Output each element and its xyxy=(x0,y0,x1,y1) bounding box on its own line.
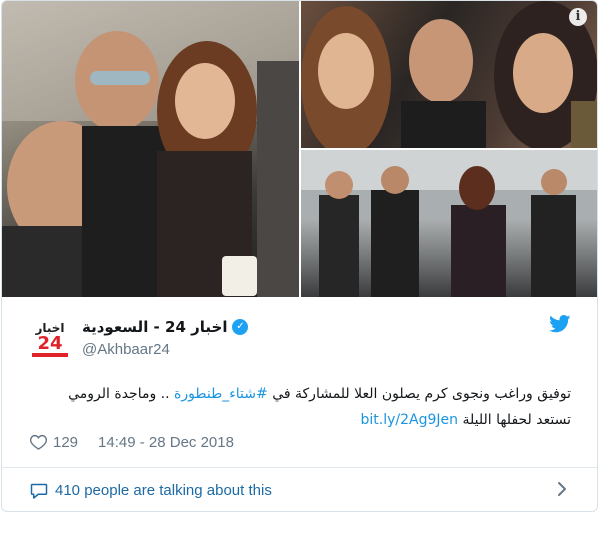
photo-group-selfie[interactable] xyxy=(2,1,299,297)
heart-icon[interactable] xyxy=(30,434,47,450)
photo-arrival-walk[interactable] xyxy=(301,150,597,297)
tweet-text: توفيق وراغب ونجوى كرم يصلون العلا للمشار… xyxy=(31,381,571,433)
verified-badge-icon: ✓ xyxy=(232,319,249,335)
tweet-media-grid[interactable]: i xyxy=(2,1,597,297)
tweet-text-line2-text: تستعد لحفلها الليلة xyxy=(458,412,571,428)
speech-bubble-icon xyxy=(30,483,48,499)
tweet-header: اخبار 24 اخبار 24 - السعودية ✓ @Akhbaar2… xyxy=(2,297,597,361)
conversation-text[interactable]: 410 people are talking about this xyxy=(55,482,272,499)
tweet-text-part1: توفيق وراغب ونجوى كرم يصلون العلا للمشار… xyxy=(267,386,571,402)
photo-close-selfie[interactable]: i xyxy=(301,1,597,148)
user-handle[interactable]: @Akhbaar24 xyxy=(82,341,170,358)
tweet-text-line2: تستعد لحفلها الليلة bit.ly/2Ag9Jen xyxy=(31,407,571,433)
display-name-row[interactable]: اخبار 24 - السعودية ✓ xyxy=(82,317,249,337)
tweet-timestamp[interactable]: 14:49 - 28 Dec 2018 xyxy=(98,434,234,451)
photo-group-selfie-illustration xyxy=(2,1,299,297)
display-name[interactable]: اخبار 24 - السعودية xyxy=(82,318,227,336)
photo-close-selfie-illustration xyxy=(301,1,597,148)
embedded-tweet-card[interactable]: i اخبار 24 اخبار 24 - السعودية ✓ @Akhbaa… xyxy=(1,0,598,512)
avatar[interactable]: اخبار 24 xyxy=(30,321,70,361)
info-icon[interactable]: i xyxy=(569,8,587,26)
avatar-logo-bar xyxy=(32,353,68,357)
chevron-right-icon[interactable] xyxy=(557,481,567,497)
tweet-text-line1: توفيق وراغب ونجوى كرم يصلون العلا للمشار… xyxy=(31,381,571,407)
twitter-bird-icon[interactable] xyxy=(549,315,571,333)
avatar-logo-number: 24 xyxy=(37,333,63,354)
photo-arrival-walk-illustration xyxy=(301,150,597,297)
conversation-link[interactable]: 410 people are talking about this xyxy=(2,468,597,511)
hashtag-link[interactable]: #شتاء_طنطورة xyxy=(174,386,268,402)
tweet-text-part2: .. وماجدة الرومي xyxy=(68,386,175,402)
like-count[interactable]: 129 xyxy=(53,434,78,451)
tweet-meta-row: 129 14:49 - 28 Dec 2018 xyxy=(30,432,234,452)
short-url-link[interactable]: bit.ly/2Ag9Jen xyxy=(361,412,459,428)
